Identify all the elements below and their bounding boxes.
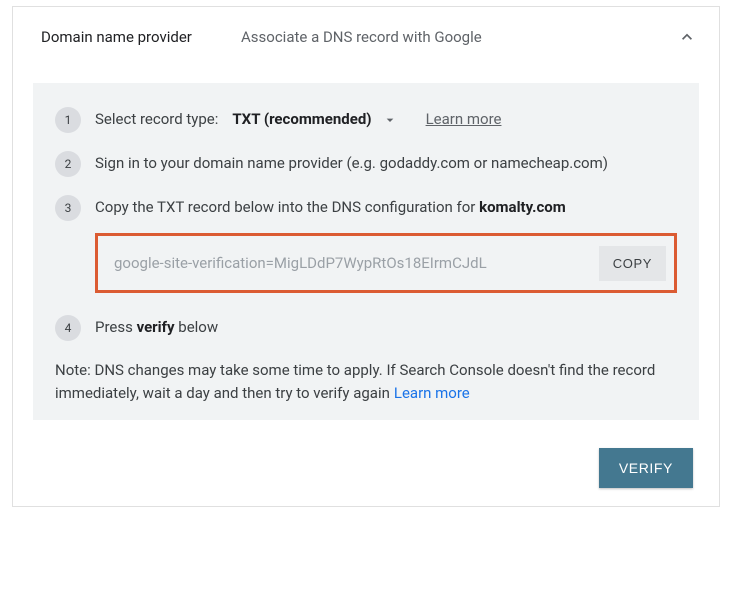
dns-verification-panel: Domain name provider Associate a DNS rec…	[12, 6, 720, 507]
step-2: 2 Sign in to your domain name provider (…	[55, 151, 677, 177]
learn-more-link[interactable]: Learn more	[426, 109, 502, 131]
note-text: Note: DNS changes may take some time to …	[55, 359, 677, 404]
step-number: 3	[55, 195, 81, 221]
footer: VERIFY	[13, 430, 719, 506]
note-body: Note: DNS changes may take some time to …	[55, 361, 655, 402]
step-text: Copy the TXT record below into the DNS c…	[95, 195, 677, 219]
header-subtitle: Associate a DNS record with Google	[241, 28, 675, 46]
step4-text-a: Press	[95, 318, 137, 336]
txt-record-value[interactable]: google-site-verification=MigLDdP7WypRtOs…	[106, 244, 599, 282]
step-text: Sign in to your domain name provider (e.…	[95, 151, 677, 175]
domain-name: komalty.com	[479, 198, 566, 216]
chevron-up-icon[interactable]	[675, 25, 699, 49]
record-type-label: Select record type:	[95, 109, 218, 131]
note-learn-more-link[interactable]: Learn more	[394, 384, 470, 402]
step-number: 2	[55, 151, 81, 177]
step-number: 1	[55, 107, 81, 133]
panel-header[interactable]: Domain name provider Associate a DNS rec…	[13, 7, 719, 57]
record-type-value[interactable]: TXT (recommended)	[232, 109, 371, 131]
step4-text-b: below	[175, 318, 219, 336]
step-3: 3 Copy the TXT record below into the DNS…	[55, 195, 677, 221]
step4-bold: verify	[137, 318, 175, 336]
step-number: 4	[55, 315, 81, 341]
txt-record-row: google-site-verification=MigLDdP7WypRtOs…	[95, 233, 677, 293]
verify-button[interactable]: VERIFY	[599, 448, 693, 488]
step-1: 1 Select record type: TXT (recommended) …	[55, 107, 677, 133]
step-text: Press verify below	[95, 315, 677, 339]
header-title: Domain name provider	[41, 28, 241, 46]
step3-text: Copy the TXT record below into the DNS c…	[95, 198, 479, 216]
step-4: 4 Press verify below	[55, 315, 677, 341]
steps-container: 1 Select record type: TXT (recommended) …	[33, 83, 699, 420]
copy-button[interactable]: COPY	[599, 246, 666, 281]
dropdown-icon[interactable]	[382, 112, 398, 128]
